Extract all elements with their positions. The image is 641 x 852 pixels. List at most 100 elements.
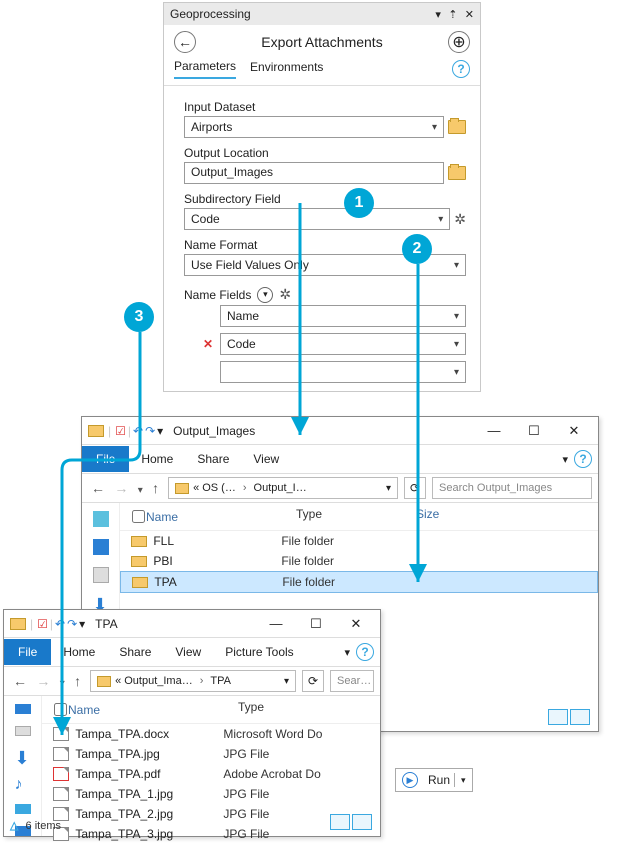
list-item[interactable]: TPA File folder <box>120 571 598 593</box>
ribbon-view[interactable]: View <box>163 639 213 665</box>
subdir-field-input[interactable]: Code ▾ <box>184 208 450 230</box>
large-icons-view-icon[interactable] <box>352 814 372 830</box>
col-type[interactable]: Type <box>238 700 264 719</box>
breadcrumb[interactable]: « Output_Ima… TPA ▾ <box>90 670 296 692</box>
ribbon-chevron-icon[interactable]: ▾ <box>562 453 568 466</box>
minimize-icon[interactable]: — <box>476 423 512 438</box>
redo-icon[interactable]: ↷ <box>145 424 155 438</box>
output-location-label: Output Location <box>184 146 466 160</box>
redo-icon[interactable]: ↷ <box>67 617 77 631</box>
pictures-icon[interactable] <box>15 804 31 814</box>
check-icon[interactable]: ☑ <box>37 617 48 631</box>
col-size[interactable]: Size <box>416 507 439 526</box>
details-view-icon[interactable] <box>548 709 568 725</box>
documents-icon[interactable] <box>15 726 31 737</box>
gear-icon[interactable]: ✲ <box>454 211 466 228</box>
pane-titlebar: Geoprocessing ▾ ⇡ ✕ <box>164 3 480 25</box>
list-item[interactable]: PBI File folder <box>120 551 598 571</box>
maximize-icon[interactable]: ☐ <box>298 616 334 632</box>
chevron-down-icon[interactable]: ▾ <box>284 676 289 687</box>
crumb-segment: « OS (… <box>193 482 236 494</box>
3d-objects-icon[interactable] <box>93 511 109 527</box>
up-icon[interactable]: ↑ <box>74 673 81 689</box>
forward-icon[interactable]: → <box>114 480 128 496</box>
chevron-down-icon[interactable]: ▾ <box>386 483 391 494</box>
select-all-checkbox[interactable] <box>132 510 145 523</box>
music-icon[interactable]: ♪ <box>15 776 31 792</box>
gear-icon[interactable]: ✲ <box>279 286 291 303</box>
check-icon[interactable]: ☑ <box>115 424 126 438</box>
help-icon[interactable]: ? <box>356 643 374 661</box>
run-button[interactable]: ▶ Run ▾ <box>395 768 473 792</box>
name-field-row[interactable]: Name ▾ <box>220 305 466 327</box>
up-icon[interactable]: ↑ <box>152 480 159 496</box>
forward-icon[interactable]: → <box>36 673 50 689</box>
col-name[interactable]: Name <box>68 700 238 719</box>
item-type: Microsoft Word Do <box>223 727 322 741</box>
output-location-field[interactable]: Output_Images <box>184 162 444 184</box>
ribbon-share[interactable]: Share <box>107 639 163 665</box>
col-name[interactable]: Name <box>146 507 296 526</box>
nav-buttons: ← → ▾ ↑ <box>10 673 84 689</box>
maximize-icon[interactable]: ☐ <box>516 423 552 439</box>
pin-icon[interactable]: ⇡ <box>448 9 457 21</box>
recent-chevron-icon[interactable]: ▾ <box>60 678 65 689</box>
details-view-icon[interactable] <box>330 814 350 830</box>
desktop-icon[interactable] <box>93 539 109 555</box>
close-icon[interactable]: ✕ <box>338 616 374 632</box>
list-item[interactable]: Tampa_TPA.pdfAdobe Acrobat Do <box>42 764 380 784</box>
ribbon-share[interactable]: Share <box>185 446 241 472</box>
search-input[interactable]: Sear… <box>330 670 374 692</box>
close-icon[interactable]: ✕ <box>556 423 592 439</box>
refresh-icon[interactable]: ⟳ <box>404 477 426 499</box>
browse-folder-icon[interactable] <box>448 120 466 134</box>
input-dataset-field[interactable]: Airports ▾ <box>184 116 444 138</box>
ribbon-view[interactable]: View <box>241 446 291 472</box>
undo-icon[interactable]: ↶ <box>55 617 65 631</box>
remove-row-icon[interactable]: ✕ <box>202 337 214 351</box>
close-icon[interactable]: ✕ <box>465 9 474 21</box>
recent-chevron-icon[interactable]: ▾ <box>138 485 143 496</box>
input-dataset-label: Input Dataset <box>184 100 466 114</box>
desktop-icon[interactable] <box>15 704 31 714</box>
list-item[interactable]: Tampa_TPA.jpgJPG File <box>42 744 380 764</box>
ribbon-chevron-icon[interactable]: ▾ <box>344 646 350 659</box>
undo-icon[interactable]: ↶ <box>133 424 143 438</box>
chevron-down-icon[interactable]: ▾ <box>455 775 472 786</box>
help-icon[interactable]: ? <box>574 450 592 468</box>
help-icon[interactable]: ? <box>452 60 470 78</box>
select-all-checkbox[interactable] <box>54 703 67 716</box>
downloads-icon[interactable]: ⬇ <box>15 748 31 764</box>
minimize-icon[interactable]: — <box>258 616 294 631</box>
col-type[interactable]: Type <box>296 507 416 526</box>
tab-environments[interactable]: Environments <box>250 60 323 78</box>
ribbon-file[interactable]: File <box>82 446 129 472</box>
ribbon-home[interactable]: Home <box>129 446 185 472</box>
name-field-row[interactable]: Code ▾ <box>220 333 466 355</box>
open-another-icon[interactable]: ⊕ <box>448 31 470 53</box>
tab-parameters[interactable]: Parameters <box>174 59 236 79</box>
search-input[interactable]: Search Output_Images <box>432 477 592 499</box>
list-item[interactable]: Tampa_TPA_1.jpgJPG File <box>42 784 380 804</box>
name-field-row-empty[interactable]: ▾ <box>220 361 466 383</box>
expand-icon[interactable]: ▾ <box>257 287 273 303</box>
back-icon[interactable]: ← <box>13 673 27 689</box>
qa-chevron-icon[interactable]: ▾ <box>157 424 163 438</box>
folder-icon <box>131 556 147 567</box>
breadcrumb[interactable]: « OS (… Output_I… ▾ <box>168 477 398 499</box>
list-item[interactable]: Tampa_TPA.docxMicrosoft Word Do <box>42 724 380 744</box>
back-button[interactable]: ← <box>174 31 196 53</box>
list-item[interactable]: FLL File folder <box>120 531 598 551</box>
drive-icon: △ <box>10 820 18 832</box>
ribbon-picture-tools[interactable]: Picture Tools <box>213 639 305 665</box>
documents-icon[interactable] <box>93 567 109 583</box>
browse-folder-icon[interactable] <box>448 166 466 180</box>
back-icon[interactable]: ← <box>91 480 105 496</box>
ribbon-file[interactable]: File <box>4 639 51 665</box>
dock-icon[interactable]: ▾ <box>435 9 441 21</box>
refresh-icon[interactable]: ⟳ <box>302 670 324 692</box>
ribbon-home[interactable]: Home <box>51 639 107 665</box>
qa-chevron-icon[interactable]: ▾ <box>79 617 85 631</box>
large-icons-view-icon[interactable] <box>570 709 590 725</box>
chevron-down-icon: ▾ <box>454 260 459 271</box>
